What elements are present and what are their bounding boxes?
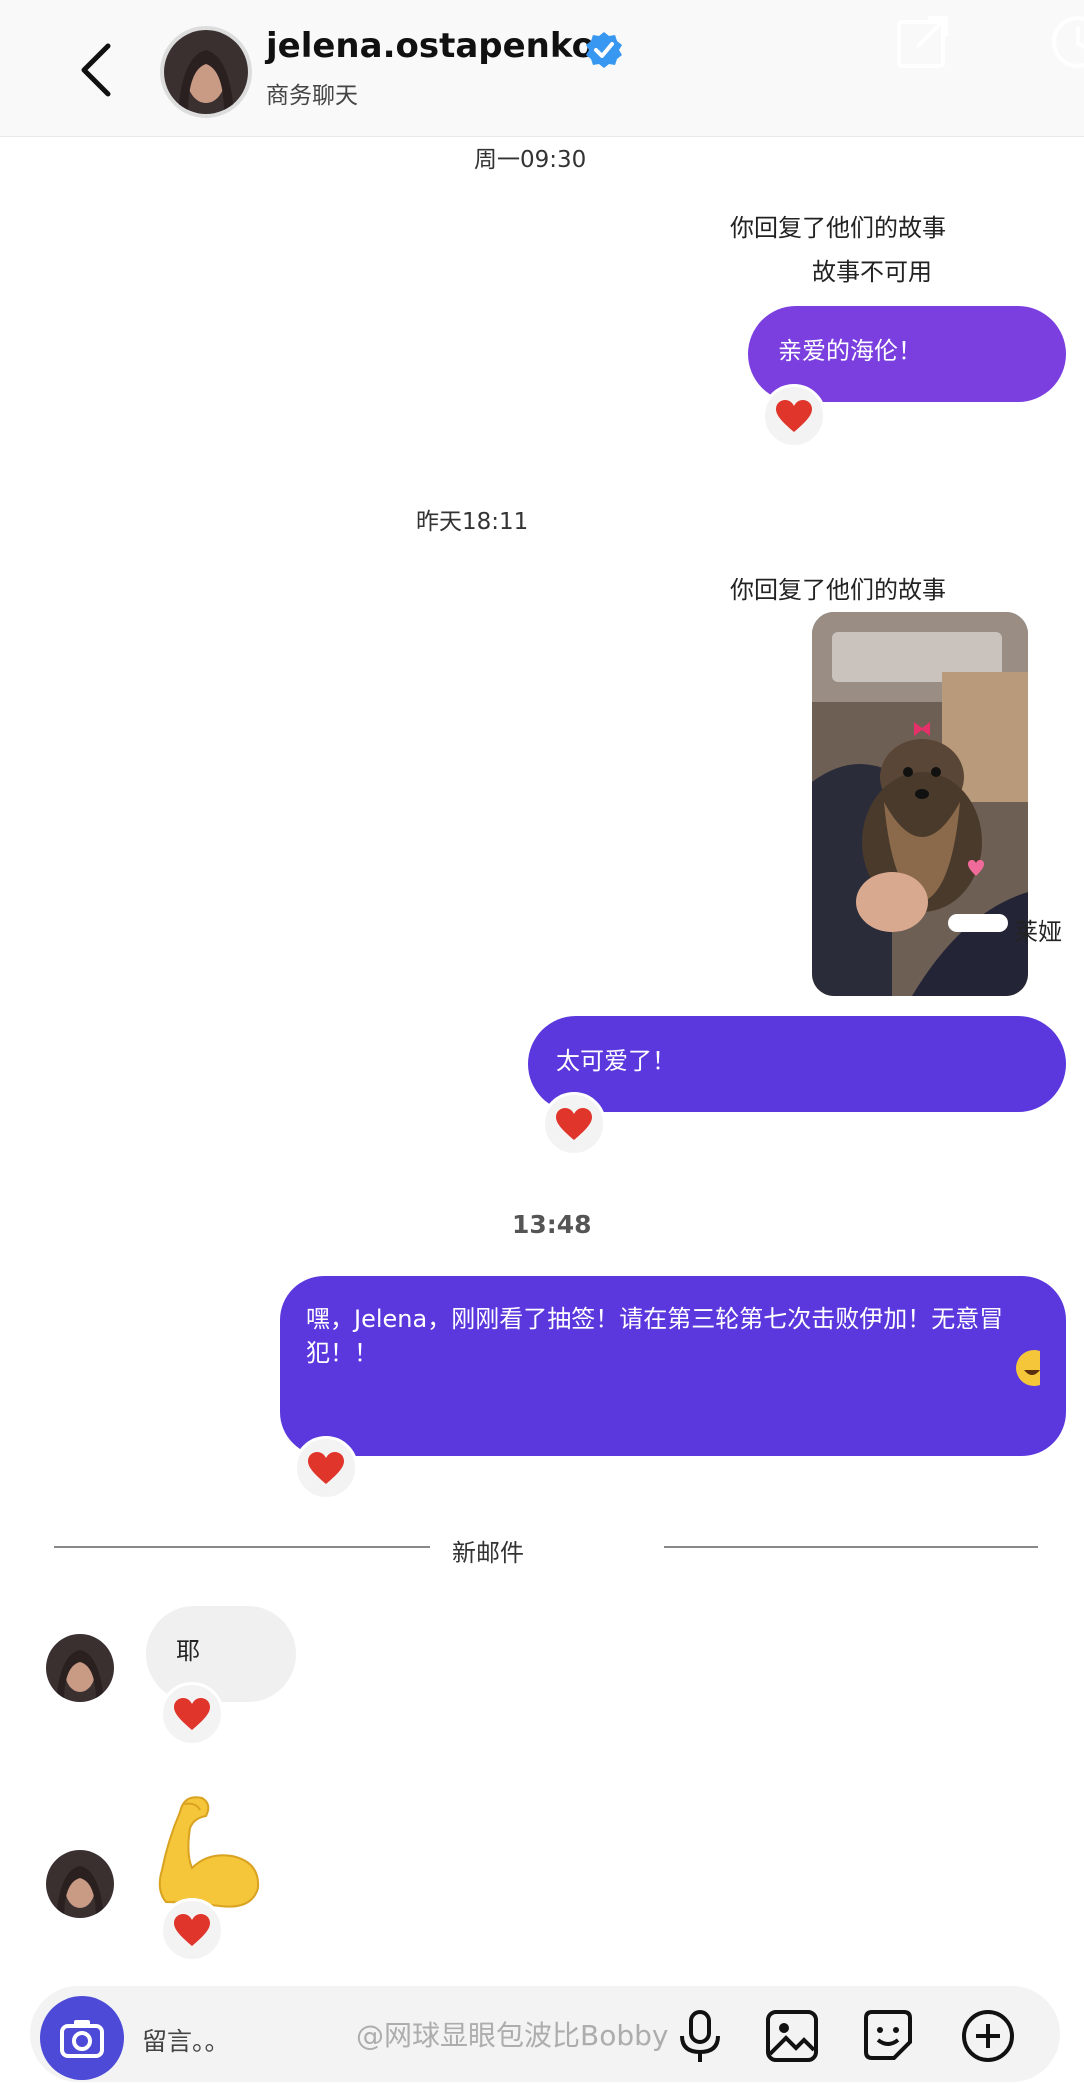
laughing-emoji-icon — [1016, 1350, 1040, 1386]
story-reply-label: 你回复了他们的故事 — [730, 576, 946, 604]
divider-right — [664, 1546, 1038, 1548]
muscle-emoji-icon[interactable] — [150, 1790, 270, 1910]
story-image[interactable] — [812, 612, 1028, 996]
message-bubble[interactable]: 嘿，Jelena，刚刚看了抽签！请在第三轮第七次击败伊加！无意冒犯！！ — [280, 1276, 1066, 1456]
username[interactable]: jelena.ostapenko — [266, 26, 595, 66]
reaction-badge[interactable] — [160, 1898, 224, 1962]
message-input[interactable]: 留言。。 — [142, 2022, 230, 2058]
verified-icon — [586, 32, 622, 68]
avatar[interactable] — [46, 1850, 114, 1918]
timestamp: 13:48 — [512, 1210, 592, 1239]
heart-icon — [776, 400, 812, 432]
message-bubble[interactable]: 耶 — [146, 1606, 296, 1702]
divider-left — [54, 1546, 430, 1548]
story-unavailable-label: 故事不可用 — [812, 258, 932, 286]
reaction-badge[interactable] — [294, 1436, 358, 1500]
avatar[interactable] — [160, 26, 252, 118]
story-reply-label: 你回复了他们的故事 — [730, 214, 946, 242]
plus-icon[interactable] — [958, 2006, 1018, 2066]
reaction-badge[interactable] — [762, 384, 826, 448]
share-icon[interactable] — [896, 14, 952, 70]
story-caption: 莱娅 — [1014, 918, 1062, 946]
back-icon[interactable] — [74, 40, 120, 100]
timestamp: 昨天18:11 — [416, 509, 529, 535]
message-text: 嘿，Jelena，刚刚看了抽签！请在第三轮第七次击败伊加！无意冒犯！！ — [306, 1305, 1004, 1367]
heart-icon — [174, 1914, 210, 1946]
message-text: 耶 — [176, 1637, 200, 1665]
camera-button[interactable] — [40, 1996, 124, 2080]
avatar[interactable] — [46, 1634, 114, 1702]
camera-icon — [60, 2020, 104, 2058]
reaction-badge[interactable] — [160, 1682, 224, 1746]
heart-icon — [174, 1698, 210, 1730]
message-text: 太可爱了！ — [556, 1047, 676, 1075]
clock-icon[interactable] — [1050, 14, 1084, 70]
message-bubble[interactable]: 太可爱了！ — [528, 1016, 1066, 1112]
message-text: 亲爱的海伦！ — [778, 337, 922, 365]
microphone-icon[interactable] — [670, 2006, 730, 2066]
chat-subtitle: 商务聊天 — [266, 83, 358, 109]
reaction-badge[interactable] — [542, 1092, 606, 1156]
heart-icon — [308, 1452, 344, 1484]
heart-icon — [556, 1108, 592, 1140]
new-mail-divider-label: 新邮件 — [452, 1539, 524, 1567]
timestamp: 周一09:30 — [474, 147, 587, 173]
watermark: @网球显眼包波比Bobby — [356, 2019, 669, 2052]
sticker-icon[interactable] — [858, 2006, 918, 2066]
image-icon[interactable] — [762, 2006, 822, 2066]
